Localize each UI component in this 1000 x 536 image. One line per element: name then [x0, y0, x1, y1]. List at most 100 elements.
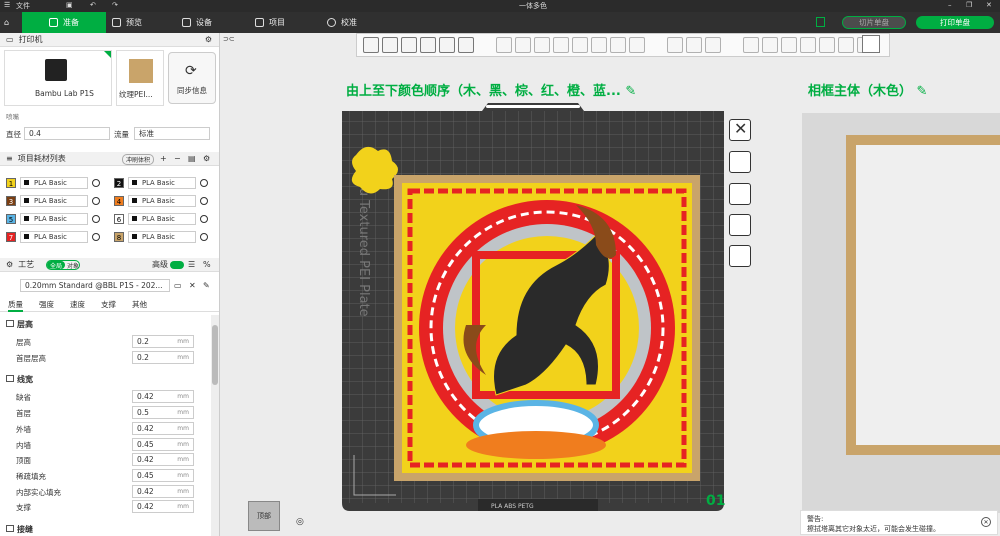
- home-icon[interactable]: ⌂: [4, 12, 20, 33]
- tab-preview[interactable]: 预览: [112, 12, 142, 33]
- percent-icon[interactable]: %: [203, 260, 211, 269]
- toolbar-tool-icon[interactable]: [420, 37, 436, 53]
- process-tab[interactable]: 强度: [39, 299, 54, 310]
- slice-plate-button[interactable]: 切片单盘: [842, 16, 906, 29]
- fit-view-icon[interactable]: ◎: [296, 517, 304, 527]
- param-input[interactable]: 0.45 mm: [132, 468, 194, 482]
- toolbar-tool-icon[interactable]: [401, 37, 417, 53]
- edit-icon[interactable]: ✎: [917, 84, 928, 99]
- plate-selector[interactable]: 纹理PEI...: [116, 50, 164, 106]
- 3d-canvas[interactable]: ⊃⊂ 由上至下颜色顺序（木、黑、棕、红、橙、蓝... ✎ 相框主体（木色） ✎ …: [220, 33, 1000, 536]
- toolbar-tool-icon[interactable]: [382, 37, 398, 53]
- toolbar-tool-icon[interactable]: [743, 37, 759, 53]
- filament-type-select[interactable]: PLA Basic: [20, 177, 88, 189]
- compare-icon[interactable]: ☰: [188, 260, 195, 269]
- advanced-toggle[interactable]: [170, 261, 184, 269]
- filament-type-select[interactable]: PLA Basic: [20, 195, 88, 207]
- toolbar-tool-icon[interactable]: [439, 37, 455, 53]
- toolbar-tool-icon[interactable]: [496, 37, 512, 53]
- toolbar-tool-icon[interactable]: [667, 37, 683, 53]
- settings-gear-icon[interactable]: ⚙: [205, 35, 212, 44]
- param-input[interactable]: 0.42 mm: [132, 421, 194, 435]
- process-preset-select[interactable]: 0.20mm Standard @BBL P1S - 202...: [20, 279, 170, 292]
- filament-slot-number[interactable]: 3: [6, 196, 16, 206]
- undo-icon[interactable]: ↶: [90, 1, 96, 9]
- toolbar-tool-icon[interactable]: [610, 37, 626, 53]
- toolbar-tool-icon[interactable]: [458, 37, 474, 53]
- filament-slot-number[interactable]: 6: [114, 214, 124, 224]
- filament-type-select[interactable]: PLA Basic: [20, 231, 88, 243]
- save-preset-icon[interactable]: ▭: [174, 281, 182, 290]
- toolbar-tool-icon[interactable]: [553, 37, 569, 53]
- filament-edit-icon[interactable]: [92, 215, 100, 223]
- menu-icon[interactable]: ☰: [4, 1, 10, 9]
- printer-selector[interactable]: Bambu Lab P1S: [4, 50, 112, 106]
- tab-device[interactable]: 设备: [182, 12, 212, 33]
- arrange-plate-icon[interactable]: [729, 151, 751, 173]
- filament-edit-icon[interactable]: [92, 233, 100, 241]
- tab-project[interactable]: 项目: [255, 12, 285, 33]
- tab-prepare[interactable]: 准备: [22, 12, 106, 33]
- save-icon[interactable]: ▣: [66, 1, 73, 9]
- add-icon[interactable]: +: [160, 154, 167, 163]
- toolbar-tool-icon[interactable]: [591, 37, 607, 53]
- param-input[interactable]: 0.42 mm: [132, 390, 194, 404]
- filament-edit-icon[interactable]: [92, 197, 100, 205]
- filament-slot-number[interactable]: 2: [114, 178, 124, 188]
- filament-edit-icon[interactable]: [200, 179, 208, 187]
- toolbar-tool-icon[interactable]: [629, 37, 645, 53]
- close-warning-icon[interactable]: ✕: [981, 517, 991, 527]
- global-object-toggle[interactable]: 全局 对象: [46, 260, 80, 270]
- filament-edit-icon[interactable]: [200, 215, 208, 223]
- toolbar-tool-icon[interactable]: [686, 37, 702, 53]
- param-input[interactable]: 0.5 mm: [132, 406, 194, 420]
- delete-plate-icon[interactable]: ✕: [729, 119, 751, 141]
- param-input[interactable]: 0.2 mm: [132, 335, 194, 348]
- toolbar-tool-icon[interactable]: [515, 37, 531, 53]
- tab-calibration[interactable]: 校准: [327, 12, 357, 33]
- model-artwork[interactable]: [394, 175, 700, 481]
- close-icon[interactable]: ✕: [986, 1, 992, 9]
- filament-type-select[interactable]: PLA Basic: [128, 195, 196, 207]
- flow-select[interactable]: 标准: [134, 127, 210, 140]
- toolbar-tool-icon[interactable]: [781, 37, 797, 53]
- plate-settings-icon[interactable]: [729, 183, 751, 205]
- toolbar-tool-icon[interactable]: [363, 37, 379, 53]
- filament-edit-icon[interactable]: [200, 197, 208, 205]
- filament-edit-icon[interactable]: [200, 233, 208, 241]
- plate-2-label[interactable]: 相框主体（木色） ✎: [808, 80, 927, 99]
- filament-gear-icon[interactable]: ⚙: [203, 154, 210, 163]
- param-input[interactable]: 0.42 mm: [132, 453, 194, 467]
- filament-slot-number[interactable]: 7: [6, 232, 16, 242]
- toolbar-tool-icon[interactable]: [800, 37, 816, 53]
- print-plate-button[interactable]: 打印单盘: [916, 16, 994, 29]
- collapse-icon[interactable]: ⊃⊂: [223, 35, 235, 43]
- filament-type-select[interactable]: PLA Basic: [128, 213, 196, 225]
- build-plate-2[interactable]: [802, 113, 1000, 513]
- build-plate[interactable]: PLA ABS PETG Bambu Textured PEI Plate 01: [336, 95, 730, 515]
- scrollbar[interactable]: [211, 315, 219, 536]
- filament-edit-icon[interactable]: [92, 179, 100, 187]
- process-tab[interactable]: 质量: [8, 299, 23, 312]
- process-tab[interactable]: 速度: [70, 299, 85, 310]
- param-input[interactable]: 0.2 mm: [132, 350, 194, 364]
- process-tab[interactable]: 支撑: [101, 299, 116, 310]
- filament-slot-number[interactable]: 8: [114, 232, 124, 242]
- redo-icon[interactable]: ↷: [112, 1, 118, 9]
- toggle-object[interactable]: 对象: [65, 261, 79, 270]
- view-settings-icon[interactable]: [862, 35, 880, 53]
- reset-icon[interactable]: ✕: [189, 281, 196, 290]
- maximize-icon[interactable]: ❐: [966, 1, 972, 9]
- filament-type-select[interactable]: PLA Basic: [128, 231, 196, 243]
- toolbar-tool-icon[interactable]: [705, 37, 721, 53]
- remove-icon[interactable]: −: [174, 154, 181, 163]
- toolbar-tool-icon[interactable]: [534, 37, 550, 53]
- plate-icon[interactable]: [816, 17, 825, 27]
- view-cube[interactable]: 顶部: [248, 501, 280, 531]
- param-input[interactable]: 0.45 mm: [132, 437, 194, 451]
- filament-slot-number[interactable]: 5: [6, 214, 16, 224]
- filament-type-select[interactable]: PLA Basic: [128, 177, 196, 189]
- file-menu[interactable]: 文件: [16, 1, 30, 11]
- minimize-icon[interactable]: –: [948, 1, 952, 9]
- toolbar-tool-icon[interactable]: [572, 37, 588, 53]
